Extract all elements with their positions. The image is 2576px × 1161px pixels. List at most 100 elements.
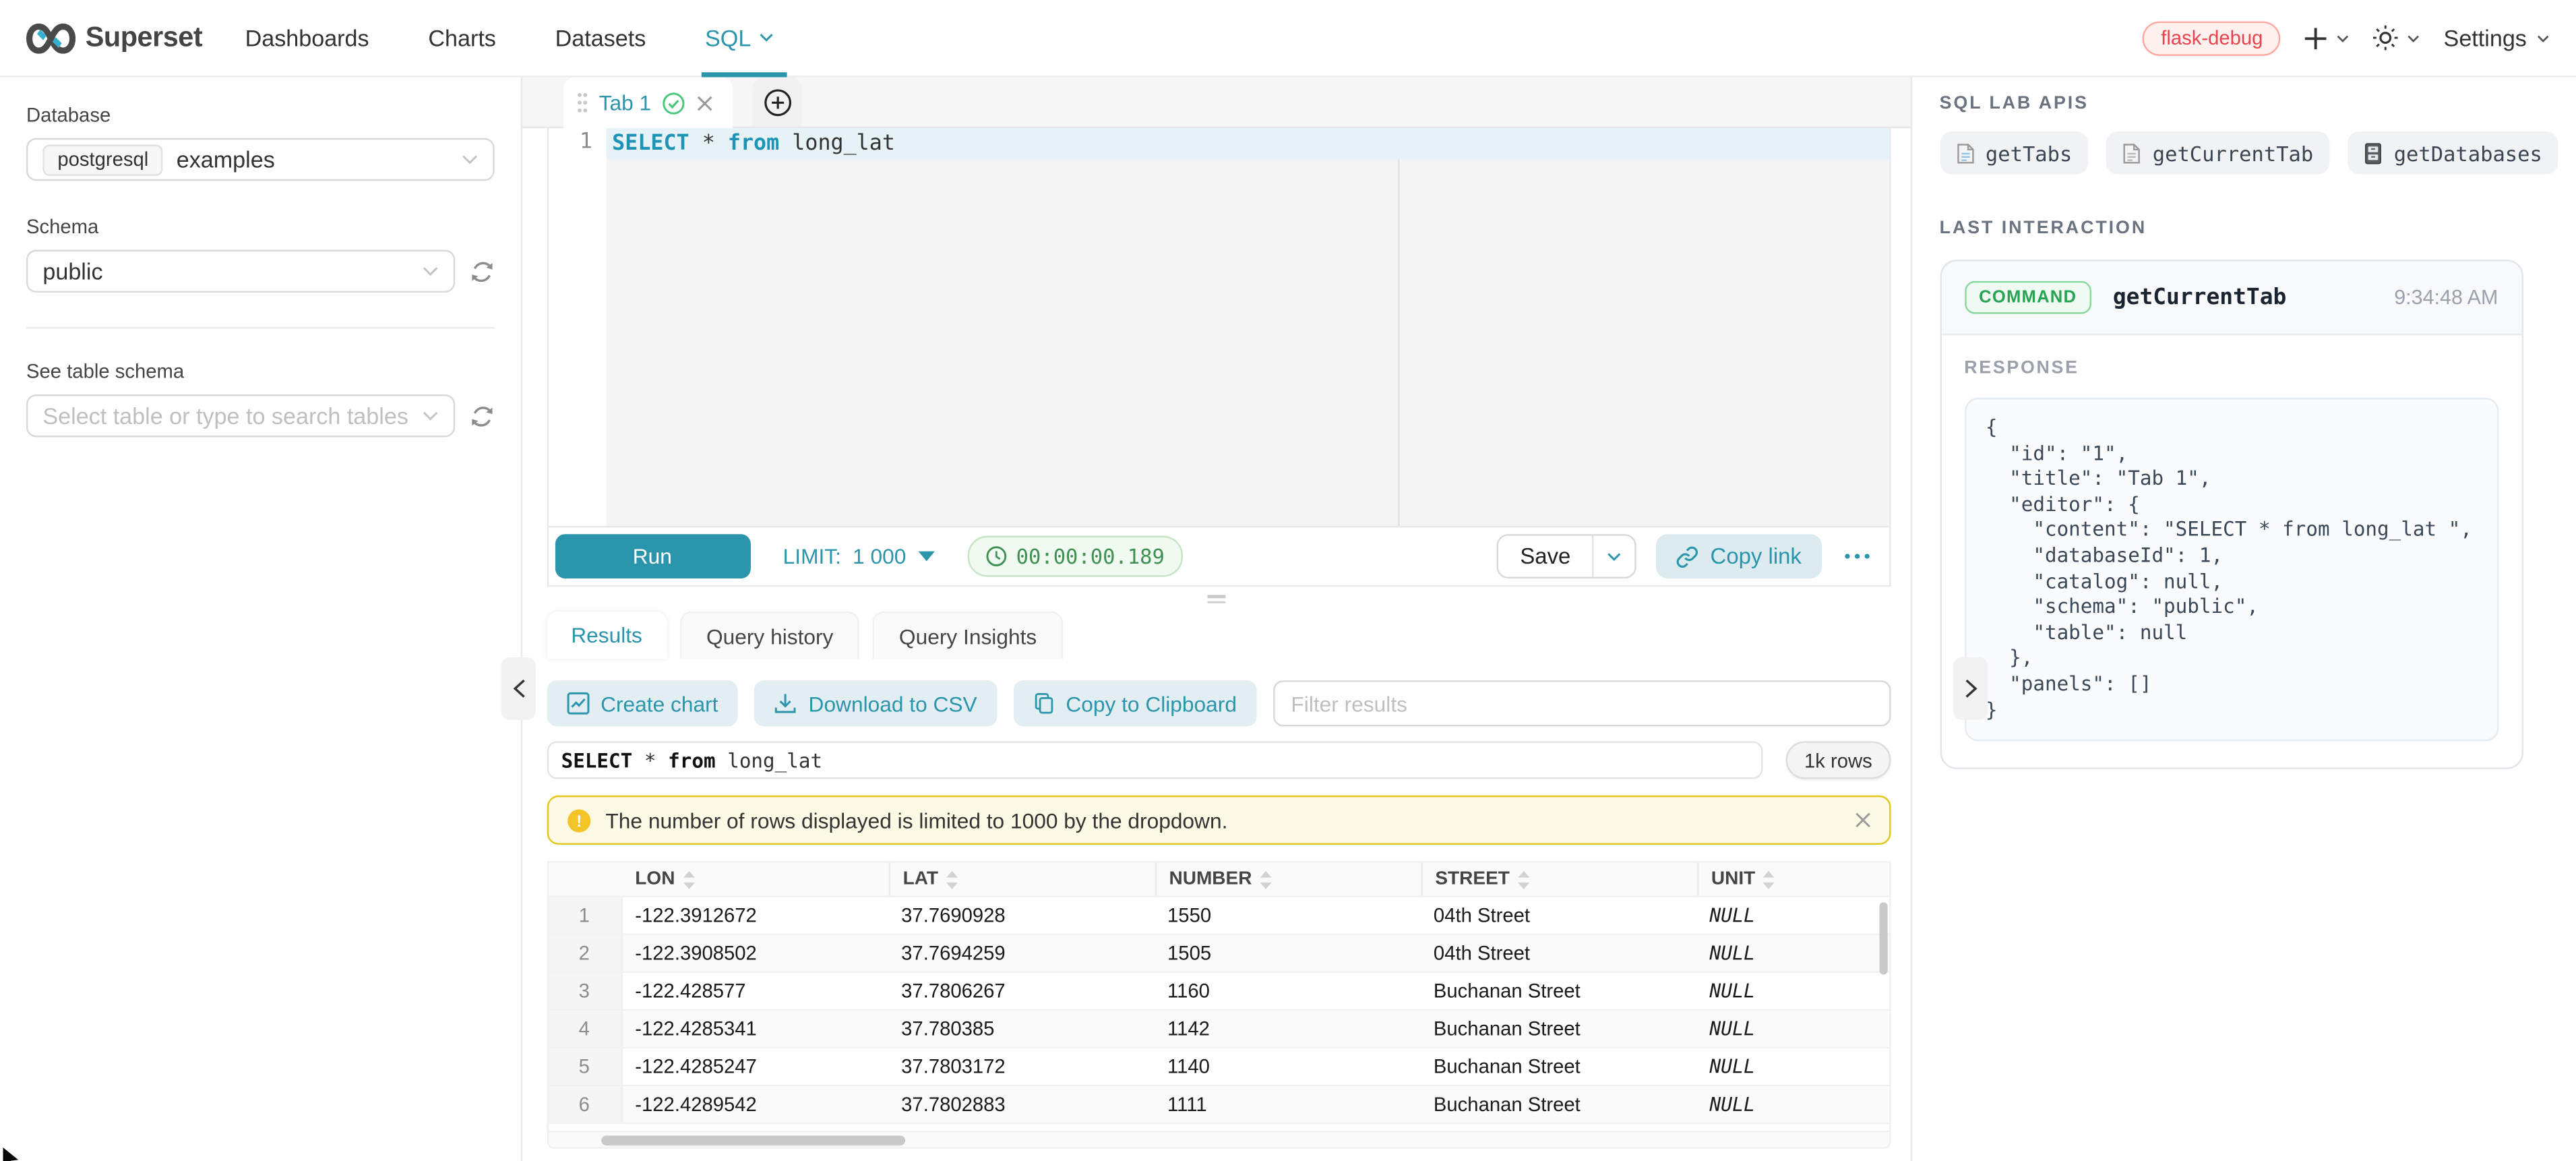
editor-tab-1[interactable]: Tab 1 bbox=[563, 78, 733, 129]
collapse-sidebar-handle[interactable] bbox=[501, 657, 535, 720]
schema-select[interactable]: public bbox=[26, 250, 454, 293]
table-row: 2-122.390850237.7694259150504th StreetNU… bbox=[548, 935, 1889, 973]
interaction-card-body: RESPONSE { "id": "1", "title": "Tab 1", … bbox=[1941, 335, 2521, 767]
get-current-tab-button[interactable]: getCurrentTab bbox=[2107, 131, 2330, 174]
tab-query-history[interactable]: Query history bbox=[680, 612, 859, 659]
copy-link-button[interactable]: Copy link bbox=[1656, 534, 1821, 578]
theme-toggle-button[interactable] bbox=[2373, 25, 2421, 51]
database-label: Database bbox=[26, 104, 494, 127]
editor-print-margin bbox=[1397, 128, 1399, 526]
column-header-lon[interactable]: LON bbox=[622, 863, 888, 896]
save-button[interactable]: Save bbox=[1499, 536, 1592, 577]
limit-dropdown[interactable]: LIMIT: 1 000 bbox=[783, 544, 934, 569]
table-select[interactable]: Select table or type to search tables bbox=[26, 394, 454, 437]
chevron-down-icon bbox=[2408, 34, 2421, 42]
database-select[interactable]: postgresql examples bbox=[26, 138, 494, 181]
column-header-street[interactable]: STREET bbox=[1420, 863, 1696, 896]
table-cell: -122.4289542 bbox=[622, 1086, 888, 1123]
table-horizontal-scrollbar[interactable] bbox=[547, 1132, 1891, 1148]
response-json: { "id": "1", "title": "Tab 1", "editor":… bbox=[1964, 398, 2498, 742]
table-cell: -122.3912672 bbox=[622, 897, 888, 934]
refresh-schemas-icon[interactable] bbox=[469, 259, 494, 284]
table-cell: -122.4285247 bbox=[622, 1048, 888, 1085]
nav-item-dashboards[interactable]: Dashboards bbox=[245, 0, 369, 76]
table-row: 3-122.42857737.78062671160Buchanan Stree… bbox=[548, 973, 1889, 1011]
filter-results-input[interactable] bbox=[1273, 680, 1891, 726]
new-item-button[interactable] bbox=[2304, 26, 2350, 51]
refresh-tables-icon[interactable] bbox=[469, 403, 494, 428]
chevron-down-icon bbox=[421, 266, 437, 276]
database-engine-tag: postgresql bbox=[42, 144, 163, 175]
schema-label: Schema bbox=[26, 215, 494, 238]
settings-menu[interactable]: Settings bbox=[2444, 25, 2550, 51]
sun-icon bbox=[2373, 25, 2399, 51]
environment-badge: flask-debug bbox=[2143, 20, 2281, 55]
command-name: getCurrentTab bbox=[2113, 285, 2287, 311]
interaction-card-header: COMMAND getCurrentTab 9:34:48 AM bbox=[1941, 262, 2521, 336]
page-icon bbox=[1956, 142, 1974, 164]
save-options-caret[interactable] bbox=[1592, 536, 1634, 577]
column-header-number[interactable]: NUMBER bbox=[1155, 863, 1421, 896]
get-databases-button[interactable]: getDatabases bbox=[2348, 131, 2558, 174]
last-interaction-card: COMMAND getCurrentTab 9:34:48 AM RESPONS… bbox=[1940, 260, 2523, 769]
row-number-cell: 4 bbox=[548, 1011, 622, 1047]
nav-item-datasets[interactable]: Datasets bbox=[555, 0, 646, 76]
get-tabs-button[interactable]: getTabs bbox=[1940, 131, 2089, 174]
partial-row bbox=[548, 1124, 1889, 1131]
sql-editor-card: 1 SELECT * from long_lat Run LIMIT: 1 00… bbox=[547, 128, 1891, 587]
tab-query-insights[interactable]: Query Insights bbox=[873, 612, 1063, 659]
results-tabbar: Results Query history Query Insights bbox=[547, 612, 1891, 659]
new-tab-button[interactable] bbox=[753, 78, 802, 127]
table-cell: NULL bbox=[1696, 1086, 1892, 1123]
tab-saved-check-icon bbox=[663, 91, 685, 114]
table-cell: Buchanan Street bbox=[1420, 1011, 1696, 1047]
run-query-button[interactable]: Run bbox=[555, 534, 750, 578]
superset-logo-icon bbox=[26, 22, 75, 53]
column-header-lat[interactable]: LAT bbox=[888, 863, 1155, 896]
nav-item-sql[interactable]: SQL bbox=[705, 0, 774, 76]
pane-resize-handle[interactable] bbox=[522, 587, 1910, 612]
table-row: 5-122.428524737.78031721140Buchanan Stre… bbox=[548, 1048, 1889, 1086]
table-cell: NULL bbox=[1696, 1011, 1892, 1047]
table-cell: 37.780385 bbox=[888, 1011, 1155, 1047]
column-header-unit[interactable]: UNIT bbox=[1696, 863, 1892, 896]
download-csv-button[interactable]: Download to CSV bbox=[754, 680, 997, 726]
close-warning-icon[interactable] bbox=[1854, 812, 1870, 828]
page-icon bbox=[2123, 142, 2141, 164]
nav-item-charts[interactable]: Charts bbox=[428, 0, 496, 76]
close-tab-icon[interactable] bbox=[697, 94, 713, 111]
superset-logo[interactable]: Superset bbox=[26, 22, 202, 55]
command-type-badge: COMMAND bbox=[1964, 281, 2091, 314]
chevron-down-icon bbox=[421, 411, 437, 421]
results-table: LON LAT NUMBER STREET UNIT 1-122.3912672… bbox=[547, 861, 1891, 1149]
editor-gutter: 1 bbox=[548, 128, 605, 526]
table-vertical-scrollbar[interactable] bbox=[1878, 902, 1887, 974]
table-cell: 37.7803172 bbox=[888, 1048, 1155, 1085]
clock-icon bbox=[985, 545, 1006, 567]
table-select-placeholder: Select table or type to search tables bbox=[42, 403, 408, 429]
table-cell: 04th Street bbox=[1420, 897, 1696, 934]
api-buttons: getTabs getCurrentTab getDatabases bbox=[1940, 131, 2559, 174]
copy-clipboard-button[interactable]: Copy to Clipboard bbox=[1013, 680, 1256, 726]
table-cell: 1160 bbox=[1155, 973, 1421, 1009]
table-cell: NULL bbox=[1696, 973, 1892, 1009]
chevron-down-icon bbox=[2537, 34, 2550, 42]
response-label: RESPONSE bbox=[1964, 358, 2498, 378]
sqllab-apis-panel: SQL LAB APIS getTabs getCurrentTab bbox=[1911, 78, 2576, 1161]
tab-results[interactable]: Results bbox=[547, 612, 667, 659]
more-options-button[interactable] bbox=[1841, 547, 1872, 566]
sql-code-editor[interactable]: 1 SELECT * from long_lat bbox=[548, 128, 1889, 526]
table-cell: NULL bbox=[1696, 897, 1892, 934]
row-number-cell: 2 bbox=[548, 935, 622, 972]
sort-icon bbox=[1518, 870, 1529, 889]
database-value: examples bbox=[177, 146, 275, 173]
copy-icon bbox=[1033, 692, 1055, 715]
create-chart-button[interactable]: Create chart bbox=[547, 680, 738, 726]
sqllab-sidebar: Database postgresql examples Schema publ… bbox=[0, 78, 522, 1161]
query-preview: SELECT * from long_lat bbox=[547, 741, 1762, 779]
collapse-right-panel-handle[interactable] bbox=[1953, 657, 1988, 720]
table-cell: -122.3908502 bbox=[622, 935, 888, 972]
command-timestamp: 9:34:48 AM bbox=[2394, 286, 2498, 309]
table-cell: NULL bbox=[1696, 935, 1892, 972]
sql-editor-pane: Tab 1 1 SELECT * from bbox=[522, 78, 1911, 1161]
